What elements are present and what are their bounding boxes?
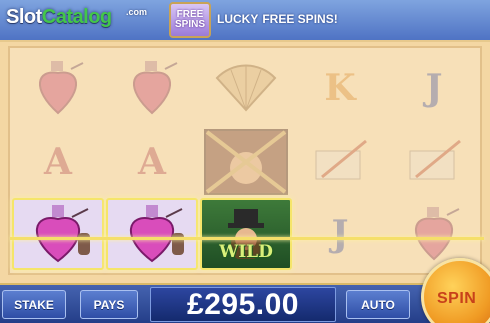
brand-logo: SlotCatalog bbox=[6, 6, 112, 29]
a-symbol: A bbox=[106, 126, 198, 198]
perfume-bottle-symbol-winning bbox=[12, 198, 104, 270]
auto-button[interactable]: AUTO bbox=[346, 290, 410, 319]
perfume-bottle-icon bbox=[414, 207, 460, 261]
letter-quill-symbol bbox=[294, 126, 386, 198]
control-bar: STAKE PAYS £295.00 AUTO bbox=[0, 283, 490, 323]
j-letter: J bbox=[425, 67, 443, 109]
wild-symbol: WILD bbox=[200, 198, 292, 270]
letter-quill-symbol bbox=[388, 126, 480, 198]
perfume-bottle-symbol bbox=[12, 52, 104, 124]
letter-quill-icon bbox=[409, 139, 461, 180]
reel-grid: K J A A WILD J bbox=[8, 46, 484, 275]
chained-portrait-icon bbox=[204, 129, 288, 195]
brand-name-part2: Catalog bbox=[41, 6, 112, 28]
letter-quill-icon bbox=[315, 139, 367, 180]
j-symbol: J bbox=[294, 198, 386, 270]
perfume-bottle-icon bbox=[36, 205, 90, 263]
win-line bbox=[10, 237, 484, 240]
j-symbol: J bbox=[388, 52, 480, 124]
perfume-bottle-symbol-winning bbox=[106, 198, 198, 270]
hand-fan-icon bbox=[215, 64, 277, 112]
a-symbol: A bbox=[12, 126, 104, 198]
chained-portrait-symbol bbox=[200, 126, 292, 198]
fan-symbol bbox=[200, 52, 292, 124]
a-letter: A bbox=[138, 141, 166, 183]
perfume-bottle-symbol bbox=[106, 52, 198, 124]
pays-button[interactable]: PAYS bbox=[80, 290, 138, 319]
k-symbol: K bbox=[294, 52, 386, 124]
balance-display: £295.00 bbox=[150, 287, 336, 322]
j-letter: J bbox=[331, 213, 349, 255]
top-banner: SlotCatalog .com FREE SPINS LUCKY FREE SP… bbox=[0, 0, 490, 42]
brand-suffix: .com bbox=[126, 7, 148, 17]
stake-button[interactable]: STAKE bbox=[2, 290, 66, 319]
a-letter: A bbox=[44, 141, 72, 183]
free-spins-badge: FREE SPINS bbox=[169, 2, 211, 38]
lucky-label: LUCKY bbox=[217, 12, 259, 26]
perfume-bottle-icon bbox=[38, 61, 84, 115]
wild-label: WILD bbox=[219, 242, 273, 262]
k-letter: K bbox=[324, 67, 356, 109]
badge-line2: SPINS bbox=[174, 19, 205, 30]
perfume-bottle-icon bbox=[130, 205, 184, 263]
brand-name-part1: Slot bbox=[6, 6, 42, 28]
free-spins-label: FREE SPINS! bbox=[262, 12, 338, 26]
lucky-free-spins-text: LUCKY FREE SPINS! bbox=[217, 12, 342, 26]
perfume-bottle-icon bbox=[132, 61, 178, 115]
spin-label: SPIN bbox=[437, 290, 477, 307]
